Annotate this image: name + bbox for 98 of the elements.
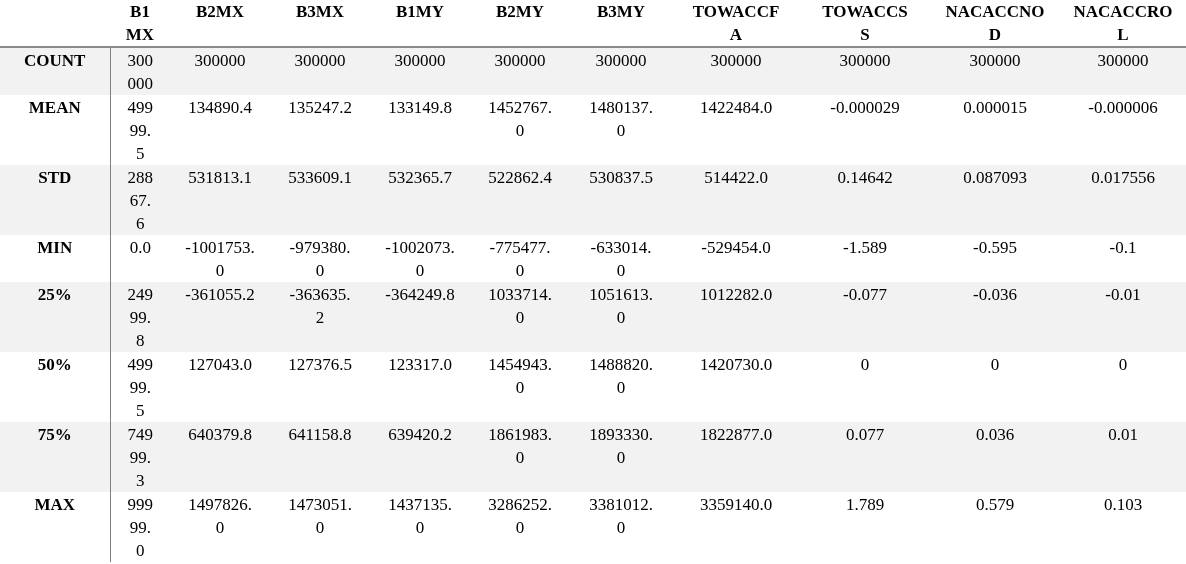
- table-cell-text: 0: [859, 354, 871, 376]
- table-cell-text: 24999.8: [126, 284, 154, 352]
- table-cell-text: 0: [989, 354, 1001, 376]
- table-cell-text: 1861983.0: [487, 424, 553, 469]
- row-header: 50%: [37, 354, 72, 376]
- table-cell-text: 1473051.0: [287, 494, 353, 539]
- table-cell-text: 0: [1117, 354, 1129, 376]
- column-header: NACACCNOD: [944, 1, 1046, 46]
- table-cell-text: 74999.3: [126, 424, 154, 492]
- table-cell-text: 99999.0: [126, 494, 154, 562]
- row-header: MEAN: [28, 97, 81, 119]
- table-cell-text: 530837.5: [588, 167, 654, 189]
- table-cell-text: 0.087093: [962, 167, 1028, 189]
- table-cell-text: 1454943.0: [487, 354, 553, 399]
- table-cell-text: 639420.2: [387, 424, 453, 446]
- table-cell-text: 0.000015: [962, 97, 1028, 119]
- table-cell-text: 1488820.0: [588, 354, 654, 399]
- row-header: STD: [38, 167, 72, 189]
- table-cell-text: -363635.2: [288, 284, 352, 329]
- table-cell-text: 522862.4: [487, 167, 553, 189]
- table-cell-text: 300000: [594, 50, 648, 72]
- row-header: MIN: [37, 237, 73, 259]
- table-cell-text: 127043.0: [187, 354, 253, 376]
- table-cell-text: 49999.5: [126, 354, 154, 422]
- table-cell-text: -0.595: [972, 237, 1018, 259]
- table-cell-text: 3359140.0: [698, 494, 774, 516]
- table-cell-text: 1893330.0: [588, 424, 654, 469]
- table-cell-text: 0.579: [974, 494, 1016, 516]
- table-cell-text: -0.1: [1108, 237, 1138, 259]
- table-cell-text: 1012282.0: [698, 284, 774, 306]
- column-header: B3MY: [595, 1, 647, 23]
- table-cell-text: 300000: [968, 50, 1022, 72]
- column-header: NACACCROL: [1072, 1, 1174, 46]
- table-cell-text: 28867.6: [126, 167, 154, 235]
- table-cell-text: 531813.1: [187, 167, 253, 189]
- row-header: COUNT: [24, 50, 86, 72]
- table-cell-text: 3286252.0: [487, 494, 553, 539]
- table-cell-text: 514422.0: [703, 167, 769, 189]
- table-cell-text: 300000: [709, 50, 763, 72]
- table-cell-text: 0.14642: [836, 167, 894, 189]
- table-cell-text: 0.036: [974, 424, 1016, 446]
- table-cell-text: 0.077: [844, 424, 886, 446]
- column-header: TOWACCFA: [691, 1, 781, 46]
- table-cell-text: -0.036: [972, 284, 1018, 306]
- column-header: B2MX: [194, 1, 246, 23]
- row-header: MAX: [34, 494, 76, 516]
- table-cell-text: 3381012.0: [588, 494, 654, 539]
- table-cell-text: 300000: [838, 50, 892, 72]
- column-header: B3MX: [294, 1, 346, 23]
- table-cell-text: 641158.8: [287, 424, 353, 446]
- table-cell-text: 127376.5: [287, 354, 353, 376]
- table-cell-text: 134890.4: [187, 97, 253, 119]
- table-cell-text: 1480137.0: [588, 97, 654, 142]
- table-cell-text: 300000: [393, 50, 447, 72]
- table-cell-text: -0.000029: [829, 97, 901, 119]
- table-cell-text: 533609.1: [287, 167, 353, 189]
- table-cell-text: -1002073.0: [384, 237, 456, 282]
- table-cell-text: 1437135.0: [387, 494, 453, 539]
- table-cell-text: 1452767.0: [487, 97, 553, 142]
- table-cell-text: -529454.0: [700, 237, 772, 259]
- table-cell-text: 300000: [126, 50, 154, 95]
- table-cell-text: 49999.5: [126, 97, 154, 165]
- table-cell-text: 1422484.0: [698, 97, 774, 119]
- row-header: 75%: [37, 424, 72, 446]
- table-cell-text: 0.0: [128, 237, 152, 259]
- table-cell-text: -1001753.0: [184, 237, 256, 282]
- column-header: B1MY: [394, 1, 446, 23]
- table-cell-text: 1822877.0: [698, 424, 774, 446]
- table-cell-text: 1051613.0: [588, 284, 654, 329]
- table-cell-text: 532365.7: [387, 167, 453, 189]
- table-cell-text: 300000: [493, 50, 547, 72]
- table-cell-text: 640379.8: [187, 424, 253, 446]
- row-header: 25%: [37, 284, 72, 306]
- table-cell-text: 1497826.0: [187, 494, 253, 539]
- table-cell-text: 0.01: [1107, 424, 1139, 446]
- table-cell-text: -775477.0: [488, 237, 552, 282]
- column-header: TOWACCSS: [821, 1, 909, 46]
- column-header: B1MX: [125, 1, 155, 46]
- table-cell-text: -1.589: [842, 237, 888, 259]
- table-cell-text: 300000: [1096, 50, 1150, 72]
- table-cell-text: -979380.0: [288, 237, 352, 282]
- table-cell-text: 300000: [193, 50, 247, 72]
- column-header: B2MY: [494, 1, 546, 23]
- table-cell-text: 133149.8: [387, 97, 453, 119]
- table-cell-text: 300000: [293, 50, 347, 72]
- table-cell-text: -361055.2: [184, 284, 256, 306]
- table-cell-text: 1033714.0: [487, 284, 553, 329]
- table-cell-text: 123317.0: [387, 354, 453, 376]
- table-cell-text: -633014.0: [589, 237, 653, 282]
- table-cell-text: -0.000006: [1087, 97, 1159, 119]
- table-cell-text: -0.01: [1104, 284, 1142, 306]
- table-cell-text: 0.017556: [1090, 167, 1156, 189]
- table-cell-text: -0.077: [842, 284, 888, 306]
- table-cell-text: 135247.2: [287, 97, 353, 119]
- table-cell-text: 0.103: [1102, 494, 1144, 516]
- table-cell-text: 1420730.0: [698, 354, 774, 376]
- table-cell-text: -364249.8: [384, 284, 456, 306]
- table-cell-text: 1.789: [844, 494, 886, 516]
